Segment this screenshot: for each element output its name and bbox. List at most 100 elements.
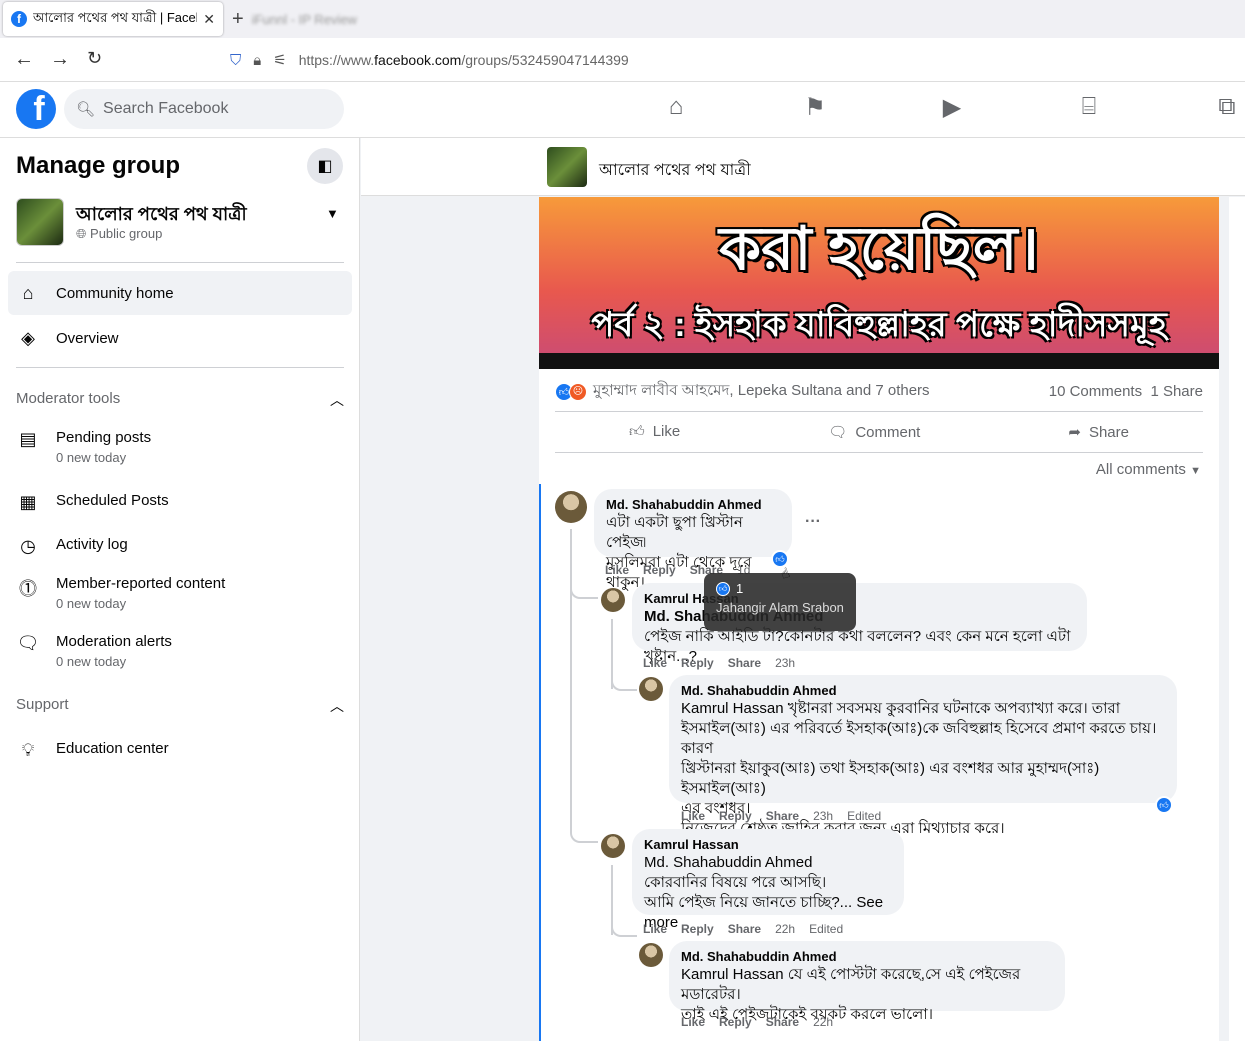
browser-tab-inactive[interactable]: + iFunnl - IP Review — [232, 6, 442, 32]
post-card: করা হয়েছিল। পর্ব ২ : ইসহাক যাবিহুল্লাহর… — [539, 197, 1219, 1041]
shares-count[interactable]: 1 Share — [1150, 383, 1203, 400]
permissions-icon[interactable]: ⚟ — [273, 51, 286, 69]
avatar[interactable] — [601, 834, 625, 858]
post-image[interactable]: করা হয়েছিল। পর্ব ২ : ইসহাক যাবিহুল্লাহর… — [539, 197, 1219, 369]
pending-posts-icon: ▤ — [19, 429, 37, 449]
comment-text: খ্রিস্টানরা ইয়াকুব(আঃ) তথা ইসহাক(আঃ) এর… — [681, 760, 1100, 797]
edited-label[interactable]: Edited — [809, 922, 843, 936]
like-reaction-icon: 👍︎ — [716, 581, 730, 596]
comment-reply-link[interactable]: Reply — [643, 563, 676, 577]
reactors-text[interactable]: মুহাম্মাদ লাবীব আহমেদ, Lepeka Sultana an… — [593, 379, 930, 404]
more-options-icon[interactable]: ··· — [805, 513, 821, 531]
gaming-icon[interactable]: ⧉ — [1212, 92, 1242, 122]
section-title: Moderator tools — [16, 390, 121, 407]
comment-author[interactable]: Kamrul Hassan — [644, 837, 892, 853]
comment-time[interactable]: 22h — [775, 922, 795, 936]
sidebar-item-sub: 0 new today — [56, 596, 127, 611]
shield-icon[interactable]: ⛉ — [230, 52, 241, 69]
marketplace-icon[interactable]: ⌸ — [1074, 92, 1104, 122]
sidebar-item-label: Pending posts — [56, 429, 152, 446]
new-tab-icon[interactable]: + — [232, 8, 244, 31]
comment-mention[interactable]: Kamrul Hassan — [681, 700, 784, 717]
sidebar-item-sub: 0 new today — [56, 654, 127, 669]
avatar[interactable] — [555, 491, 587, 523]
comment-share-link[interactable]: Share — [728, 922, 761, 936]
facebook-logo-icon[interactable]: f — [16, 89, 56, 129]
comment-author[interactable]: Md. Shahabuddin Ahmed — [681, 949, 1053, 965]
caret-down-icon: ▼ — [1190, 465, 1201, 477]
reply-connector — [570, 819, 598, 843]
comment-share-link[interactable]: Share — [766, 1015, 799, 1029]
avatar[interactable] — [639, 677, 663, 701]
collapse-sidebar-icon[interactable]: ◧ — [307, 148, 343, 184]
share-button[interactable]: ➦ Share — [1068, 423, 1129, 441]
comments-count[interactable]: 10 Comments — [1049, 383, 1142, 400]
sidebar-item-education-center[interactable]: 💡︎ Education center — [8, 740, 352, 761]
comment-author[interactable]: Md. Shahabuddin Ahmed — [681, 683, 1165, 699]
comment-reply-link[interactable]: Reply — [719, 1015, 752, 1029]
comment-reply-link[interactable]: Reply — [719, 809, 752, 823]
moderator-tools-section[interactable]: Moderator tools ︿ — [16, 390, 344, 410]
sidebar-item-moderation-alerts[interactable]: 🗨︎ Moderation alerts 0 new today — [8, 633, 352, 669]
comment-author[interactable]: Md. Shahabuddin Ahmed — [606, 497, 780, 513]
sidebar-item-community-home[interactable]: ⌂ Community home — [8, 271, 352, 315]
sidebar-item-overview[interactable]: ◈ Overview — [8, 326, 352, 350]
search-input[interactable]: 🔍︎ Search Facebook — [64, 89, 344, 129]
home-filled-icon: ⌂ — [22, 282, 34, 303]
home-icon[interactable]: ⌂ — [661, 92, 691, 122]
reload-icon[interactable]: ↻ — [87, 48, 102, 69]
group-avatar[interactable] — [16, 198, 64, 246]
comment-like-link[interactable]: Like — [681, 809, 705, 823]
chevron-up-icon[interactable]: ︿ — [330, 696, 344, 716]
comment-like-link[interactable]: Like — [681, 1015, 705, 1029]
video-icon[interactable]: ▶ — [937, 92, 967, 122]
right-card — [1229, 197, 1245, 1041]
comment-time[interactable]: 22h — [813, 1015, 833, 1029]
caret-down-icon[interactable]: ▼ — [326, 206, 339, 221]
url-bar[interactable]: ⛉ 🔒︎ ⚟ https://www. facebook.com/groups/5… — [230, 44, 1245, 76]
like-button[interactable]: 👍︎ Like — [629, 423, 680, 441]
avatar[interactable] — [601, 588, 625, 612]
edited-label[interactable]: Edited — [847, 809, 881, 823]
chevron-up-icon[interactable]: ︿ — [330, 390, 344, 410]
comment-icon: 🗨︎ — [828, 424, 848, 441]
reaction-tooltip: 👍︎ 1 Jahangir Alam Srabon — [704, 573, 856, 631]
comment-like-link[interactable]: Like — [605, 563, 629, 577]
support-section[interactable]: Support ︿ — [16, 696, 344, 716]
comment-share-link[interactable]: Share — [766, 809, 799, 823]
comment-reply-link[interactable]: Reply — [681, 922, 714, 936]
sidebar-item-pending-posts[interactable]: ▤ Pending posts 0 new today — [8, 429, 352, 465]
comment-mention[interactable]: Md. Shahabuddin Ahmed — [644, 853, 892, 873]
facebook-favicon-icon: f — [11, 11, 27, 27]
like-reaction-icon[interactable]: 👍︎ — [1155, 796, 1173, 814]
sidebar-item-member-reported-content[interactable]: ⓵ Member-reported content 0 new today — [8, 575, 352, 611]
flag-icon[interactable]: ⚑ — [800, 92, 830, 122]
reaction-summary[interactable]: 👍︎ ☹ মুহাম্মাদ লাবীব আহমেদ, Lepeka Sulta… — [555, 379, 1203, 404]
all-comments-filter[interactable]: All comments ▼ — [1096, 461, 1201, 478]
comment-button[interactable]: 🗨︎ Comment — [828, 423, 920, 441]
group-avatar-small[interactable] — [547, 147, 587, 187]
reply-connector — [611, 915, 637, 937]
thread-highlight-line — [539, 484, 541, 1041]
comment-mention[interactable]: Kamrul Hassan — [681, 966, 784, 983]
like-label: Like — [652, 423, 681, 440]
facebook-header: f 🔍︎ Search Facebook ⌂ ⚑ ▶ ⌸ ⧉ — [0, 82, 1245, 138]
avatar[interactable] — [639, 943, 663, 967]
comment-like-link[interactable]: Like — [643, 656, 667, 670]
tab-title: আলোর পথের পথ যাত্রী | Facebook — [33, 9, 197, 25]
browser-tab-active[interactable]: f আলোর পথের পথ যাত্রী | Facebook ✕ — [3, 2, 223, 36]
comment-like-link[interactable]: Like — [643, 922, 667, 936]
tooltip-name: Jahangir Alam Srabon — [716, 600, 844, 615]
comment-share-link[interactable]: Share — [728, 656, 761, 670]
lock-icon[interactable]: 🔒︎ — [253, 52, 261, 69]
forward-arrow-icon[interactable]: → — [50, 48, 70, 71]
reply-connector — [611, 669, 637, 691]
sidebar-item-activity-log[interactable]: ◷ Activity log — [8, 536, 352, 557]
comment-reply-link[interactable]: Reply — [681, 656, 714, 670]
close-tab-icon[interactable]: ✕ — [203, 11, 215, 28]
comment-time[interactable]: 23h — [775, 656, 795, 670]
comment-time[interactable]: 23h — [813, 809, 833, 823]
sidebar-item-scheduled-posts[interactable]: ▦ Scheduled Posts — [8, 492, 352, 513]
back-arrow-icon[interactable]: ← — [14, 48, 34, 71]
group-name-header[interactable]: আলোর পথের পথ যাত্রী — [599, 157, 751, 184]
